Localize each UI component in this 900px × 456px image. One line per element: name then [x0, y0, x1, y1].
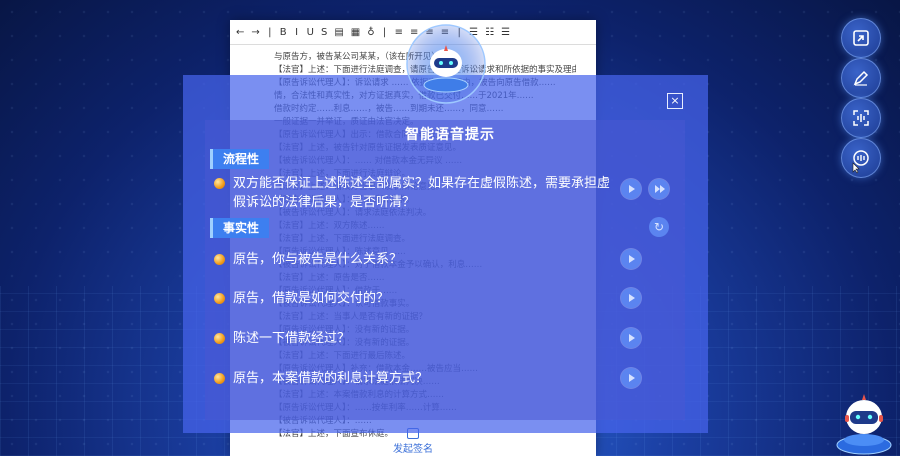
close-button[interactable]: × [667, 93, 683, 109]
bullet-icon [214, 293, 225, 304]
voice-scan-icon [853, 110, 869, 126]
bullet-icon [214, 254, 225, 265]
list-item: 原告，本案借款的利息计算方式？ [214, 369, 613, 388]
play-button[interactable] [621, 368, 641, 388]
question-text: 双方能否保证上述陈述全部属实？如果存在虚假陈述，需要承担虚假诉讼的法律后果，是否… [233, 176, 611, 210]
toolbar-button: | [382, 26, 387, 38]
bullet-icon [214, 333, 225, 344]
bullet-icon [214, 178, 225, 189]
play-icon [629, 185, 635, 193]
bullet-icon [214, 373, 225, 384]
screen-capture-icon [853, 30, 869, 46]
play-button[interactable] [621, 249, 641, 269]
toolbar-button[interactable]: → [251, 27, 259, 38]
toolbar-button: | [268, 26, 272, 38]
question-text: 陈述一下借款经过？ [233, 331, 351, 346]
screen-capture-button[interactable] [841, 18, 881, 58]
play-icon [629, 374, 635, 382]
voice-scan-button[interactable] [841, 98, 881, 138]
toolbar-button[interactable]: ▦ [351, 27, 360, 38]
question-text: 原告，本案借款的利息计算方式？ [233, 371, 429, 386]
toolbar-button[interactable]: U [307, 27, 314, 38]
fast-forward-button[interactable] [649, 179, 669, 199]
toolbar-button[interactable]: ▤ [334, 27, 343, 38]
play-icon [629, 255, 635, 263]
assistant-robot-icon[interactable] [833, 385, 895, 456]
list-item: 陈述一下借款经过？ [214, 329, 613, 348]
voice-prompt-button[interactable] [841, 138, 881, 178]
play-button[interactable] [621, 328, 641, 348]
toolbar-button[interactable]: ≡ [395, 27, 403, 38]
toolbar-button[interactable]: ☰ [501, 27, 510, 38]
toolbar-button[interactable]: ← [236, 27, 244, 38]
play-icon [629, 334, 635, 342]
question-text: 原告，借款是如何交付的？ [233, 291, 390, 306]
list-item: 原告，借款是如何交付的？ [214, 289, 613, 308]
toolbar-button[interactable]: S [321, 27, 327, 38]
modal-title: 智能语音提示 [405, 127, 495, 143]
play-button[interactable] [621, 179, 641, 199]
question-text: 原告，你与被告是什么关系？ [233, 252, 403, 267]
mouse-cursor-icon [852, 162, 860, 174]
play-button[interactable] [621, 288, 641, 308]
list-item: 双方能否保证上述陈述全部属实？如果存在虚假陈述，需要承担虚假诉讼的法律后果，是否… [214, 174, 613, 212]
toolbar-button[interactable]: ♁ [367, 27, 374, 38]
play-icon [629, 294, 635, 302]
robot-avatar-icon [406, 24, 486, 104]
section-label-process: 流程性 [210, 149, 270, 169]
refresh-button[interactable]: ↻ [649, 217, 669, 237]
toolbar-button[interactable]: B [280, 27, 287, 38]
sign-pen-button[interactable] [841, 58, 881, 98]
toolbar-button[interactable]: I [294, 27, 300, 38]
refresh-icon: ↻ [653, 220, 665, 234]
list-item: 原告，你与被告是什么关系？ [214, 250, 613, 269]
sign-pen-icon [853, 70, 869, 86]
section-label-fact: 事实性 [210, 218, 270, 238]
sign-button-label: 发起签名 [393, 444, 433, 455]
